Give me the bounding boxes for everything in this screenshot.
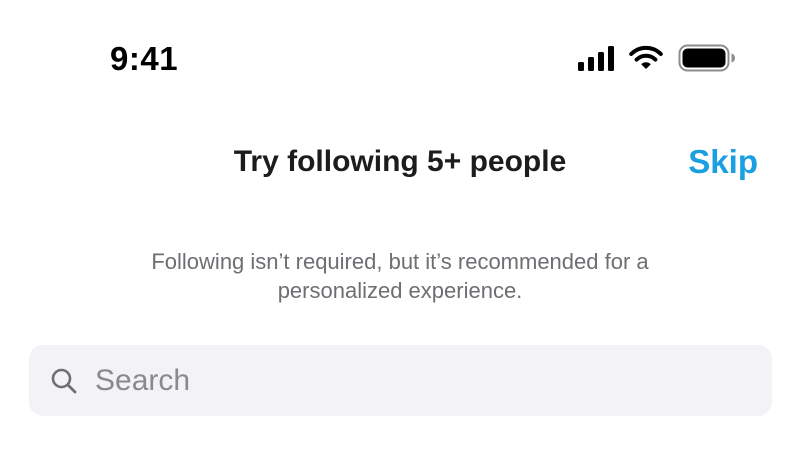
skip-button[interactable]: Skip bbox=[688, 143, 758, 181]
follow-suggestions-screen: 9:41 Try following 5+ people Skip Follow bbox=[0, 0, 800, 450]
cellular-signal-icon bbox=[578, 45, 614, 71]
status-time: 9:41 bbox=[110, 40, 179, 77]
wifi-icon bbox=[628, 45, 664, 71]
status-icons bbox=[578, 44, 736, 72]
page-subtitle: Following isn’t required, but it’s recom… bbox=[151, 249, 649, 303]
search-bar[interactable] bbox=[29, 345, 772, 416]
search-icon bbox=[49, 366, 79, 396]
page-title: Try following 5+ people bbox=[233, 145, 567, 178]
search-input[interactable] bbox=[93, 362, 737, 399]
battery-icon bbox=[678, 44, 736, 72]
